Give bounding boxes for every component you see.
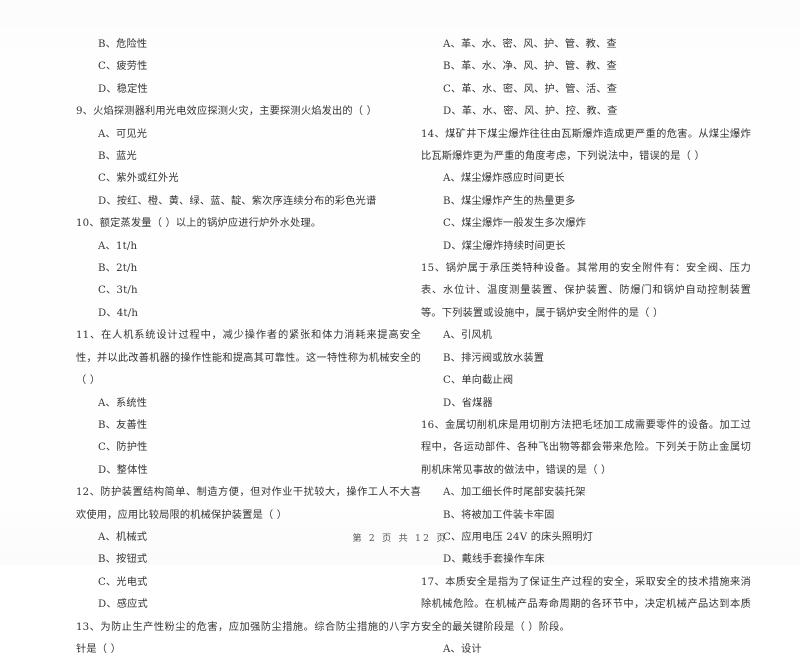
answer-option: C、单向截止阀 <box>443 375 514 387</box>
answer-option: D、整体性 <box>98 464 148 476</box>
answer-option: D、感应式 <box>98 599 148 611</box>
question-text: 10、额定蒸发量（ ）以上的锅炉应进行炉外水处理。 <box>76 218 322 230</box>
answer-option: D、革、水、密、风、护、控、教、查 <box>443 106 618 118</box>
answer-option: D、4t/h <box>98 307 139 319</box>
answer-option: C、煤尘爆炸一般发生多次爆炸 <box>443 218 587 230</box>
page-footer: 第 2 页 共 12 页 <box>352 533 448 544</box>
answer-option: A、引风机 <box>443 330 493 342</box>
answer-option: D、戴线手套操作车床 <box>443 554 545 566</box>
answer-option: B、煤尘爆炸产生的热量更多 <box>443 195 576 207</box>
exam-paper-page: B、危险性 C、疲劳性 D、稳定性 9、火焰探测器利用光电效应探测火灾，主要探测火焰发… <box>0 0 800 655</box>
answer-option: D、稳定性 <box>98 83 148 95</box>
answer-option: D、省煤器 <box>443 397 493 409</box>
answer-option: B、排污阀或放水装置 <box>443 352 545 364</box>
question-text: 9、火焰探测器利用光电效应探测火灾，主要探测火焰发出的（ ） <box>76 106 377 118</box>
question-text: 16、金属切削机床是用切削方法把毛坯加工成需要零件的设备。加工过程中，各运动部件… <box>421 419 751 476</box>
answer-option: C、光电式 <box>98 576 148 588</box>
answer-option: C、3t/h <box>98 285 138 297</box>
answer-option: D、按红、橙、黄、绿、蓝、靛、紫次序连续分布的彩色光谱 <box>98 195 377 207</box>
answer-option: B、革、水、净、风、护、管、教、查 <box>443 61 617 73</box>
left-column: B、危险性 C、疲劳性 D、稳定性 9、火焰探测器利用光电效应探测火灾，主要探测火焰发… <box>76 34 421 661</box>
answer-option: B、友善性 <box>98 419 148 431</box>
answer-option: C、革、水、密、风、护、管、活、查 <box>443 83 618 95</box>
two-column-body: B、危险性 C、疲劳性 D、稳定性 9、火焰探测器利用光电效应探测火灾，主要探测火焰发… <box>0 34 800 661</box>
right-column: A、革、水、密、风、护、管、教、查 B、革、水、净、风、护、管、教、查 C、革、水、… <box>421 34 751 661</box>
question-text: 11、在人机系统设计过程中，减少操作者的紧张和体力消耗来提高安全性，并以此改善机… <box>76 330 421 387</box>
answer-option: B、危险性 <box>98 39 148 50</box>
question-text: 14、煤矿井下煤尘爆炸往往由瓦斯爆炸造成更严重的危害。从煤尘爆炸比瓦斯爆炸更为严… <box>421 128 751 163</box>
question-text: 15、锅炉属于承压类特种设备。其常用的安全附件有：安全阀、压力表、水位计、温度测… <box>421 263 751 319</box>
question-text: 12、防护装置结构简单、制造方便，但对作业干扰较大，操作工人不大喜欢使用，应用比… <box>76 487 421 521</box>
answer-option: B、按钮式 <box>98 554 148 566</box>
question-text: 17、本质安全是指为了保证生产过程的安全，采取安全的技术措施来消除机械危险。在机… <box>421 576 751 633</box>
answer-option: B、2t/h <box>98 263 138 275</box>
answer-option: A、1t/h <box>98 240 138 252</box>
question-text: 13、为防止生产性粉尘的危害，应加强防尘措施。综合防尘措施的八字方针是（ ） <box>76 621 421 655</box>
answer-option: A、加工细长件时尾部安装托架 <box>443 487 586 499</box>
answer-option: D、煤尘爆炸持续时间更长 <box>443 240 566 252</box>
answer-option: B、将被加工件装卡牢固 <box>443 509 555 521</box>
answer-option: C、疲劳性 <box>98 61 148 73</box>
answer-option: B、蓝光 <box>98 151 137 163</box>
answer-option: C、紫外或红外光 <box>98 173 179 185</box>
answer-option: A、煤尘爆炸感应时间更长 <box>443 173 565 185</box>
answer-option: A、设计 <box>443 643 482 655</box>
answer-option: A、系统性 <box>98 397 148 409</box>
answer-option: A、可见光 <box>98 128 148 140</box>
answer-option: A、革、水、密、风、护、管、教、查 <box>443 39 617 50</box>
answer-option: C、防护性 <box>98 442 148 454</box>
